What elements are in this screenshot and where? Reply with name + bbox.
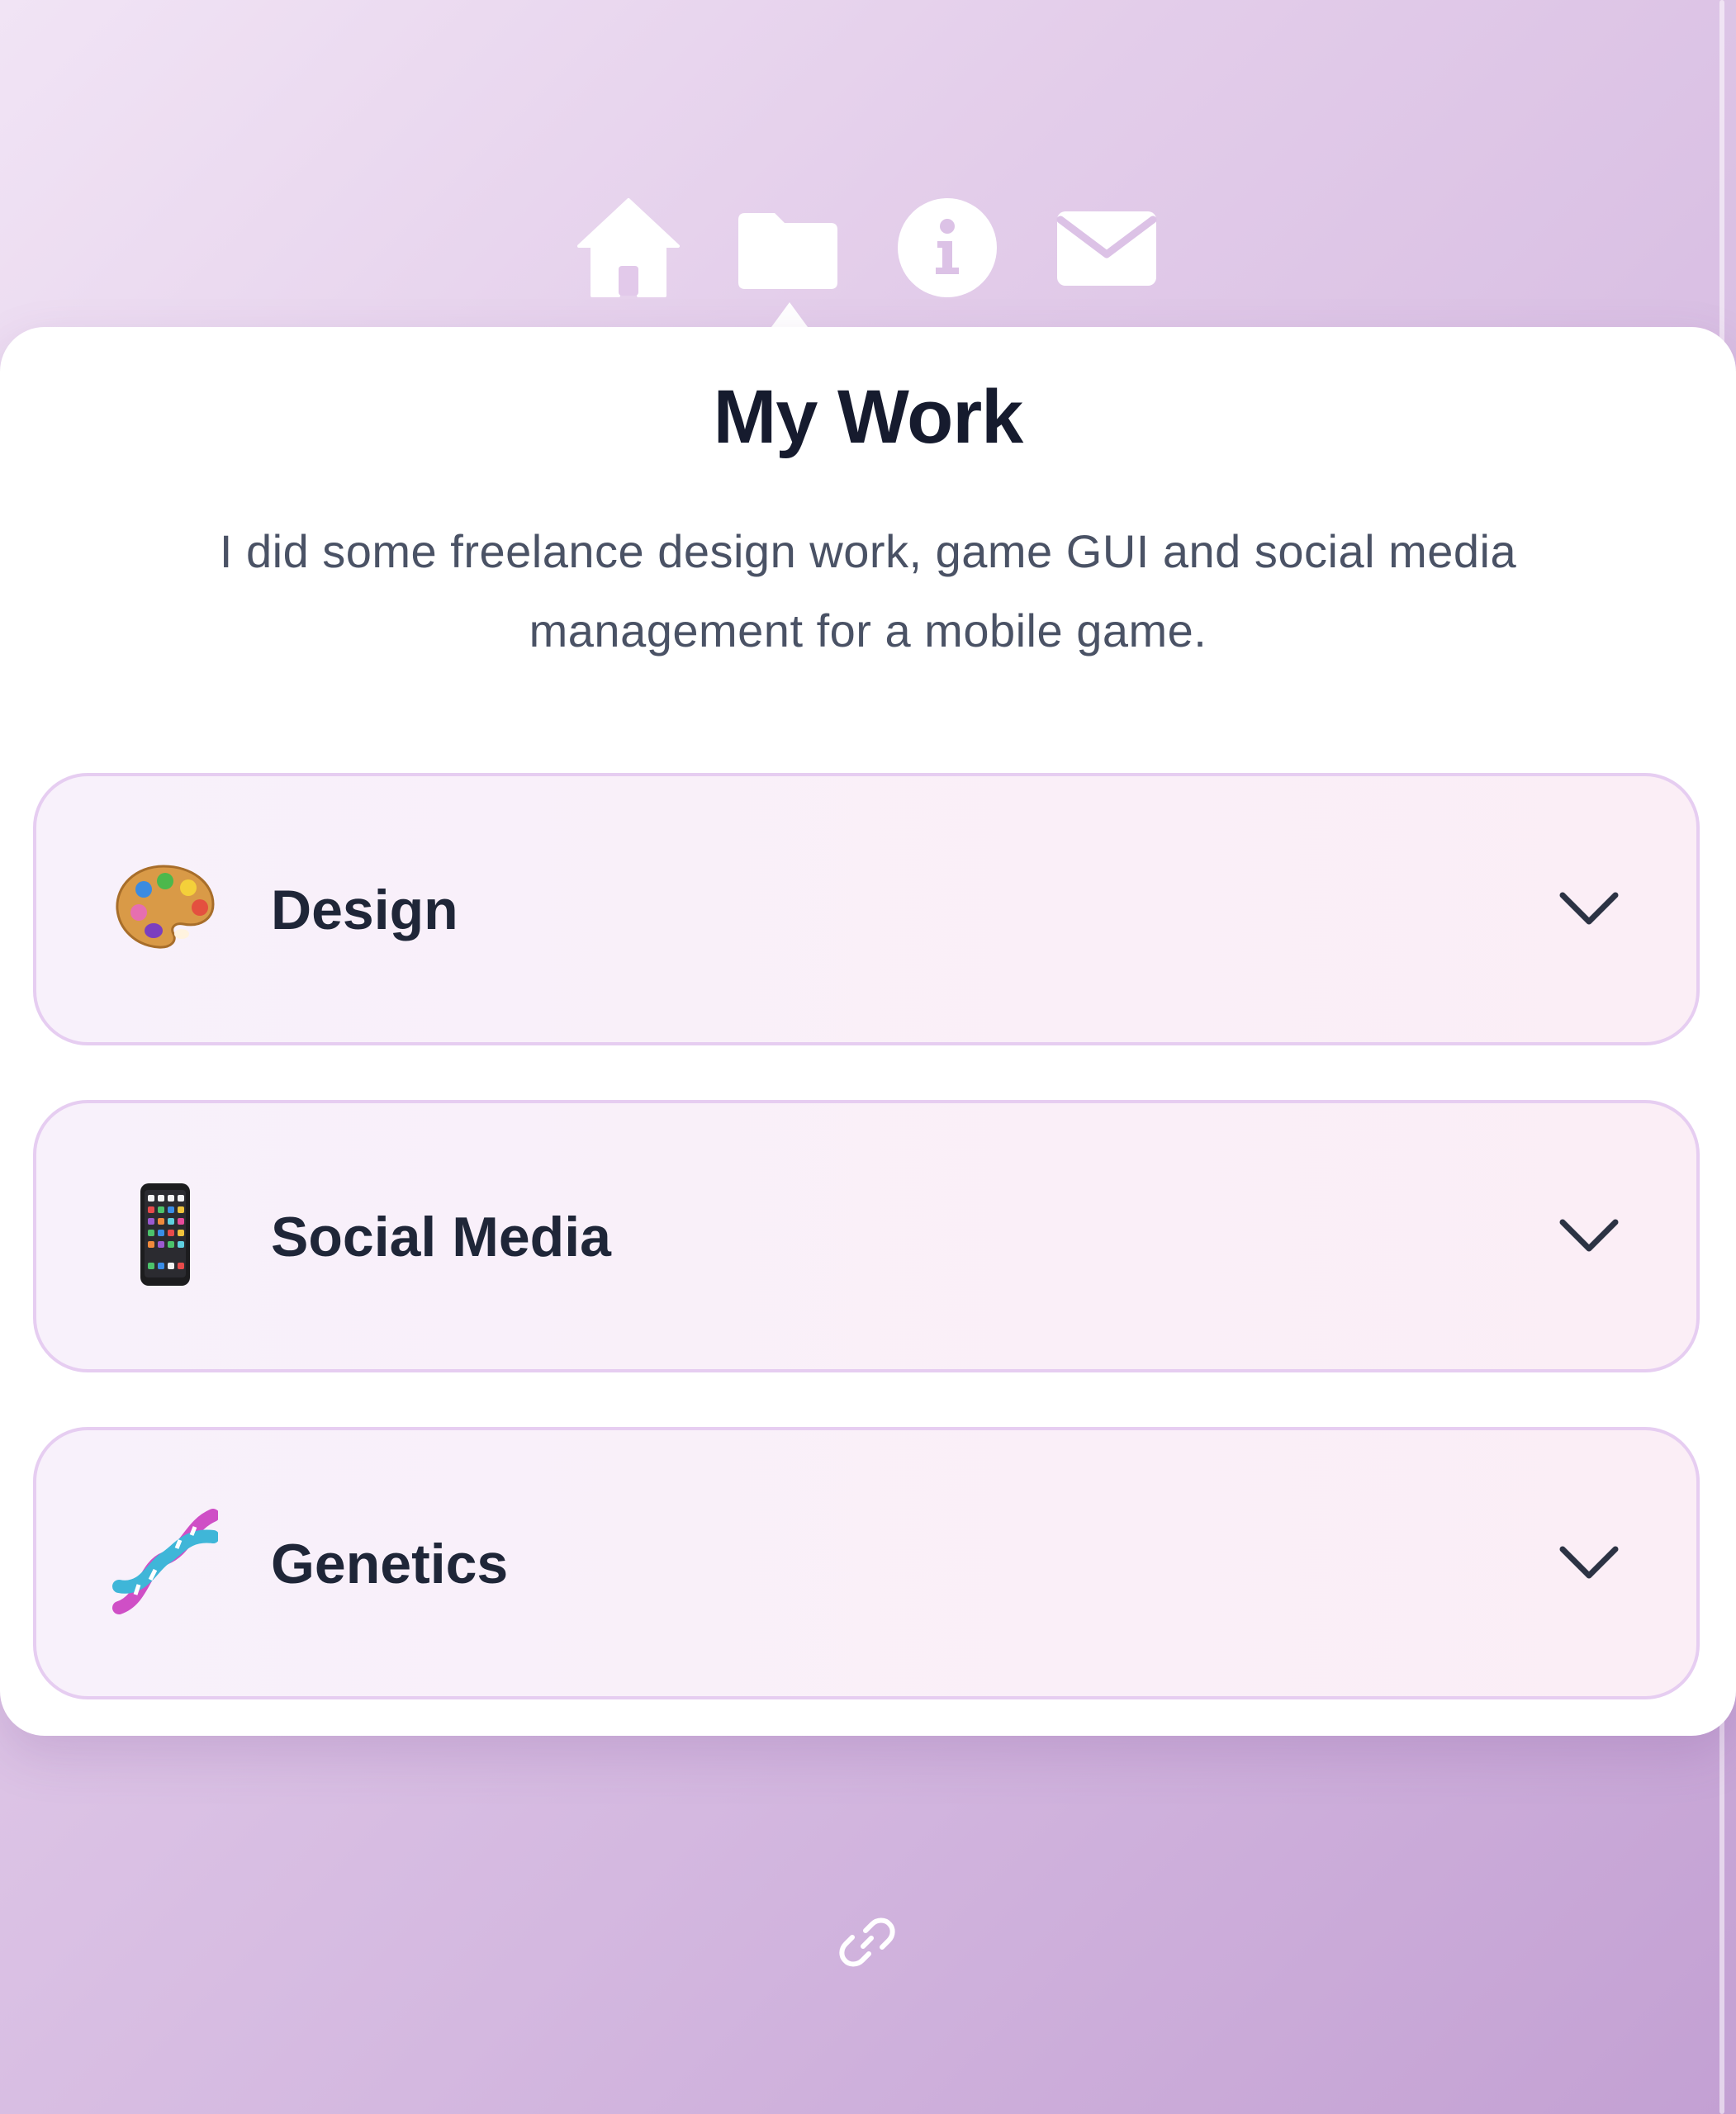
chevron-down-icon: [1559, 1546, 1619, 1579]
artist-palette-icon: [116, 865, 215, 949]
chevron-down-icon: [1559, 1219, 1619, 1252]
active-nav-indicator: [771, 302, 808, 327]
accordion-social-media[interactable]: Social Media: [33, 1100, 1700, 1372]
accordion-design-label: Design: [271, 879, 458, 941]
mobile-phone-icon: [140, 1183, 190, 1286]
link-icon[interactable]: [837, 1913, 897, 1972]
accordion-design[interactable]: Design: [33, 773, 1700, 1045]
nav-work[interactable]: [735, 195, 841, 301]
chevron-down-icon: [1559, 892, 1619, 925]
info-icon: [898, 198, 997, 297]
envelope-icon: [1056, 211, 1157, 286]
nav-contact[interactable]: [1054, 195, 1160, 301]
page-title: My Work: [713, 375, 1024, 459]
section-description: I did some freelance design work, game G…: [219, 525, 1517, 656]
dna-icon: [112, 1509, 218, 1614]
accordion-genetics-label: Genetics: [271, 1533, 509, 1595]
accordion-genetics[interactable]: Genetics: [33, 1427, 1700, 1699]
folder-icon: [738, 213, 837, 289]
nav-home[interactable]: [576, 195, 681, 301]
top-nav: [0, 195, 1736, 302]
accordion-social-media-label: Social Media: [271, 1206, 611, 1268]
nav-about[interactable]: [894, 195, 1000, 301]
home-icon: [577, 198, 680, 297]
